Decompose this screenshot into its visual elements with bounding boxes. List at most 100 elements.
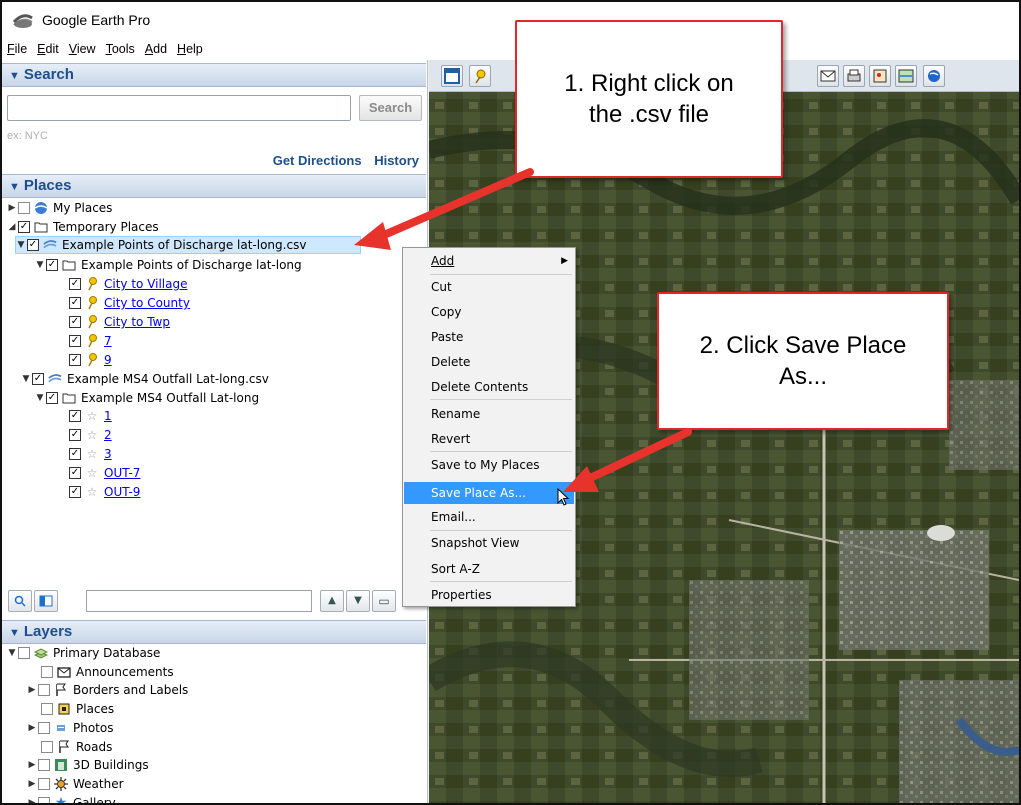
places-panel-header[interactable]: ▼ Places bbox=[2, 174, 426, 198]
print-button[interactable] bbox=[843, 65, 865, 87]
placemark-9[interactable]: ✓ 9 bbox=[69, 351, 112, 369]
tree-item-my-places[interactable]: ▶ My Places bbox=[7, 199, 113, 217]
earth-planets-button[interactable] bbox=[923, 65, 945, 87]
menu-item-delete[interactable]: Delete bbox=[404, 351, 574, 373]
checkbox-checked[interactable]: ✓ bbox=[69, 486, 81, 498]
menu-item-add[interactable]: Add ▶ bbox=[404, 250, 574, 272]
placemark-link[interactable]: City to County bbox=[104, 296, 190, 310]
placemark-city-to-village[interactable]: ✓ City to Village bbox=[69, 275, 188, 293]
menu-item-email[interactable]: Email... bbox=[404, 506, 574, 528]
placemark-link[interactable]: OUT-9 bbox=[104, 485, 140, 499]
menu-edit[interactable]: Edit bbox=[37, 42, 59, 56]
menu-item-properties[interactable]: Properties bbox=[404, 584, 574, 606]
checkbox-checked[interactable]: ✓ bbox=[46, 259, 58, 271]
checkbox[interactable] bbox=[38, 759, 50, 771]
expand-arrow-icon[interactable]: ▶ bbox=[27, 779, 37, 789]
placemark-link[interactable]: 7 bbox=[104, 334, 112, 348]
placemark-3[interactable]: ✓ ☆ 3 bbox=[69, 445, 112, 463]
checkbox[interactable] bbox=[18, 647, 30, 659]
move-up-button[interactable]: ▲ bbox=[320, 590, 344, 612]
menu-help[interactable]: Help bbox=[177, 42, 203, 56]
checkbox[interactable] bbox=[18, 202, 30, 214]
checkbox-checked[interactable]: ✓ bbox=[46, 392, 58, 404]
menu-view[interactable]: View bbox=[69, 42, 96, 56]
menu-item-save-to-my-places[interactable]: Save to My Places bbox=[404, 454, 574, 476]
placemark-1[interactable]: ✓ ☆ 1 bbox=[69, 407, 112, 425]
layer-borders-and-labels[interactable]: ▶ Borders and Labels bbox=[27, 681, 189, 699]
menu-item-delete-contents[interactable]: Delete Contents bbox=[404, 376, 574, 398]
placemark-link[interactable]: 1 bbox=[104, 409, 112, 423]
layer-roads[interactable]: Roads bbox=[41, 738, 112, 756]
menu-file[interactable]: File bbox=[7, 42, 27, 56]
checkbox[interactable] bbox=[38, 684, 50, 696]
checkbox[interactable] bbox=[38, 797, 50, 803]
menu-tools[interactable]: Tools bbox=[106, 42, 135, 56]
expand-arrow-icon[interactable]: ▶ bbox=[27, 798, 37, 803]
expand-arrow-icon[interactable]: ▶ bbox=[27, 723, 37, 733]
collapse-arrow-icon[interactable]: ◢ bbox=[7, 222, 17, 232]
search-places-button[interactable] bbox=[8, 590, 32, 612]
placemark-link[interactable]: 3 bbox=[104, 447, 112, 461]
layer-gallery[interactable]: ▶ ★ Gallery bbox=[27, 794, 116, 803]
checkbox-checked[interactable]: ✓ bbox=[32, 373, 44, 385]
menu-item-copy[interactable]: Copy bbox=[404, 301, 574, 323]
menu-item-cut[interactable]: Cut bbox=[404, 276, 574, 298]
layer-primary-database[interactable]: ▼ Primary Database bbox=[7, 644, 161, 662]
checkbox-checked[interactable]: ✓ bbox=[69, 410, 81, 422]
move-down-button[interactable]: ▼ bbox=[346, 590, 370, 612]
checkbox[interactable] bbox=[41, 741, 53, 753]
collapse-arrow-icon[interactable]: ▼ bbox=[35, 393, 45, 403]
checkbox-checked[interactable]: ✓ bbox=[69, 448, 81, 460]
collapse-arrow-icon[interactable]: ▼ bbox=[16, 240, 26, 250]
tree-item-points-of-discharge-folder[interactable]: ▼ ✓ Example Points of Discharge lat-long bbox=[35, 256, 302, 274]
collapse-arrow-icon[interactable]: ▼ bbox=[21, 374, 31, 384]
layers-panel-header[interactable]: ▼ Layers bbox=[2, 620, 426, 644]
collapse-arrow-icon[interactable]: ▼ bbox=[7, 648, 17, 658]
menu-item-revert[interactable]: Revert bbox=[404, 428, 574, 450]
search-input[interactable] bbox=[7, 95, 351, 121]
placemark-2[interactable]: ✓ ☆ 2 bbox=[69, 426, 112, 444]
menu-item-rename[interactable]: Rename bbox=[404, 403, 574, 425]
checkbox-checked[interactable]: ✓ bbox=[69, 278, 81, 290]
placemark-out-7[interactable]: ✓ ☆ OUT-7 bbox=[69, 464, 140, 482]
save-image-button[interactable] bbox=[869, 65, 891, 87]
placemark-link[interactable]: 2 bbox=[104, 428, 112, 442]
history-link[interactable]: History bbox=[374, 153, 419, 168]
tree-item-ms4-outfall-folder[interactable]: ▼ ✓ Example MS4 Outfall Lat-long bbox=[35, 389, 260, 407]
view-in-maps-button[interactable] bbox=[895, 65, 917, 87]
checkbox[interactable] bbox=[41, 703, 53, 715]
layer-photos[interactable]: ▶ Photos bbox=[27, 719, 114, 737]
placemark-7[interactable]: ✓ 7 bbox=[69, 332, 112, 350]
menu-item-snapshot-view[interactable]: Snapshot View bbox=[404, 532, 574, 554]
menu-add[interactable]: Add bbox=[145, 42, 167, 56]
placemark-city-to-twp[interactable]: ✓ City to Twp bbox=[69, 313, 170, 331]
placemark-out-9[interactable]: ✓ ☆ OUT-9 bbox=[69, 483, 140, 501]
get-directions-link[interactable]: Get Directions bbox=[273, 153, 362, 168]
expand-arrow-icon[interactable]: ▶ bbox=[27, 760, 37, 770]
sidebar-toggle-button[interactable] bbox=[441, 65, 463, 87]
tree-item-ms4-outfall-csv[interactable]: ▼ ✓ Example MS4 Outfall Lat-long.csv bbox=[21, 370, 269, 388]
places-filter-input[interactable] bbox=[86, 590, 312, 612]
add-placemark-button[interactable] bbox=[469, 65, 491, 87]
toggle-panel-button[interactable] bbox=[34, 590, 58, 612]
checkbox[interactable] bbox=[38, 722, 50, 734]
placemark-link[interactable]: OUT-7 bbox=[104, 466, 140, 480]
placemark-link[interactable]: 9 bbox=[104, 353, 112, 367]
tree-item-points-of-discharge-csv[interactable]: ▼ ✓ Example Points of Discharge lat-long… bbox=[15, 236, 361, 254]
collapse-arrow-icon[interactable]: ▼ bbox=[35, 260, 45, 270]
checkbox-checked[interactable]: ✓ bbox=[69, 354, 81, 366]
expand-arrow-icon[interactable]: ▶ bbox=[7, 203, 17, 213]
email-button[interactable] bbox=[817, 65, 839, 87]
checkbox[interactable] bbox=[38, 778, 50, 790]
checkbox-checked[interactable]: ✓ bbox=[27, 239, 39, 251]
checkbox-checked[interactable]: ✓ bbox=[69, 335, 81, 347]
checkbox[interactable] bbox=[41, 666, 53, 678]
layer-announcements[interactable]: Announcements bbox=[41, 663, 174, 681]
search-panel-header[interactable]: ▼ Search bbox=[2, 63, 426, 87]
layer-places[interactable]: Places bbox=[41, 700, 114, 718]
expand-arrow-icon[interactable]: ▶ bbox=[27, 685, 37, 695]
checkbox-checked[interactable]: ✓ bbox=[69, 316, 81, 328]
checkbox-checked[interactable]: ✓ bbox=[69, 467, 81, 479]
placemark-link[interactable]: City to Village bbox=[104, 277, 188, 291]
folder-view-button[interactable]: ▭ bbox=[372, 590, 396, 612]
